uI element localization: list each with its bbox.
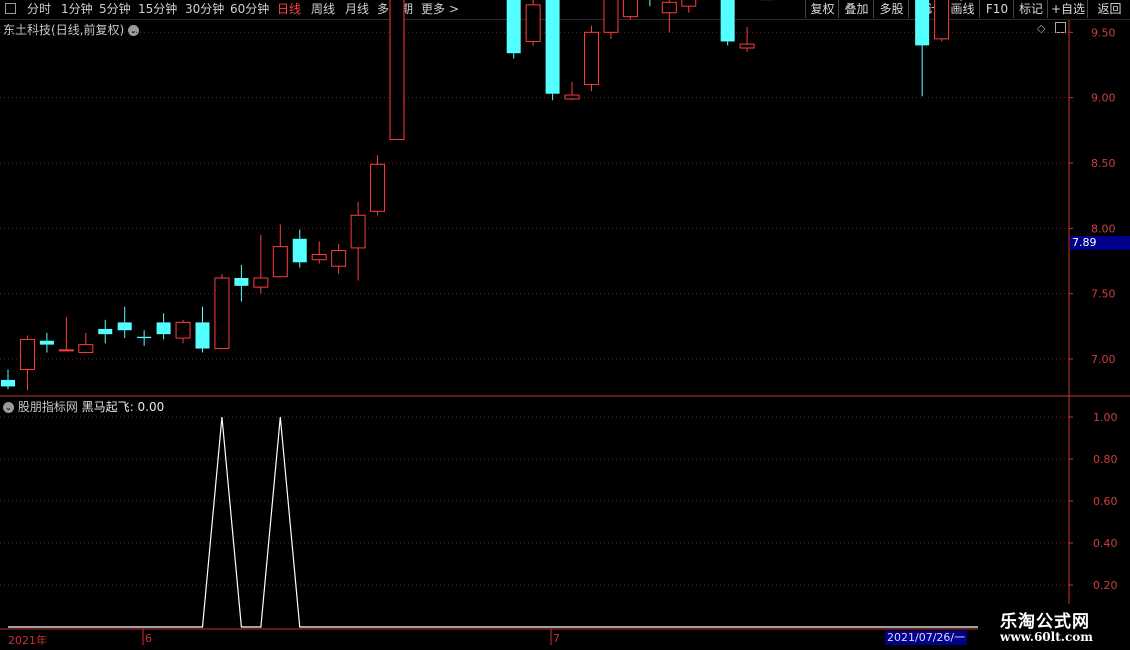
candle[interactable]: [292, 229, 307, 268]
candle-body: [389, 0, 405, 140]
candle[interactable]: [195, 306, 210, 353]
candle[interactable]: [214, 274, 230, 350]
price-tick-label: 9.50: [1091, 26, 1116, 39]
candle[interactable]: [622, 0, 638, 20]
candle-body: [98, 328, 113, 335]
candle-body: [915, 0, 930, 46]
candle-body: [39, 340, 54, 345]
chart-area[interactable]: 7.007.508.008.509.009.5010.0010.5011.001…: [0, 0, 1130, 650]
indicator-tick-label: 0.80: [1093, 453, 1118, 466]
candle[interactable]: [525, 0, 541, 46]
month-7-label: 7: [553, 632, 560, 645]
candle[interactable]: [915, 0, 930, 97]
candle-body: [584, 31, 599, 86]
cursor-date-label: 2021/07/26/一: [885, 631, 967, 645]
side-panel-edge[interactable]: [1118, 20, 1130, 395]
candle-body: [214, 277, 230, 350]
candle-body: [661, 1, 677, 14]
candle[interactable]: [331, 244, 347, 275]
candle-body: [720, 0, 735, 42]
watermark-url: www.60lt.com: [1000, 630, 1093, 644]
candle-body: [156, 322, 171, 335]
candle-body: [331, 250, 347, 267]
candle[interactable]: [58, 317, 74, 352]
candle-body: [1, 379, 15, 387]
candle[interactable]: [253, 234, 269, 294]
candle[interactable]: [156, 313, 171, 340]
candle[interactable]: [175, 319, 191, 344]
candle-body: [234, 277, 249, 286]
indicator-tick-label: 1.00: [1093, 411, 1118, 424]
candle[interactable]: [39, 332, 54, 353]
watermark-name: 乐淘公式网: [1000, 612, 1090, 632]
candle[interactable]: [272, 224, 288, 278]
candle-body: [739, 43, 755, 49]
candle-body: [525, 4, 541, 42]
candle-body: [350, 214, 366, 249]
candle-body: [117, 322, 132, 331]
candle[interactable]: [584, 25, 599, 92]
candle[interactable]: [681, 0, 697, 13]
candle[interactable]: [98, 319, 113, 344]
candle-body: [506, 0, 521, 54]
candle[interactable]: [720, 0, 735, 46]
price-tick-label: 8.00: [1091, 222, 1116, 235]
watermark-logo: 乐淘公式网 www.60lt.com: [978, 604, 1130, 650]
candle[interactable]: [19, 335, 35, 391]
price-tick-label: 7.50: [1091, 288, 1116, 301]
candle-body: [78, 344, 94, 353]
candle-body: [370, 163, 386, 212]
candle-body: [137, 336, 152, 339]
candle[interactable]: [954, 0, 968, 1]
candle-body: [19, 338, 35, 370]
candle-body: [292, 238, 307, 263]
candle-body: [934, 0, 950, 40]
candle-body: [253, 277, 269, 288]
price-tick-label: 8.50: [1091, 157, 1116, 170]
candle-body: [603, 0, 619, 33]
candle[interactable]: [934, 0, 950, 42]
month-6-label: 6: [145, 632, 152, 645]
indicator-tick-label: 0.40: [1093, 537, 1118, 550]
indicator-line: [8, 416, 1069, 628]
candle[interactable]: [1, 369, 15, 390]
candle-body: [545, 0, 560, 94]
candle[interactable]: [137, 330, 152, 346]
candle[interactable]: [603, 0, 619, 39]
candle[interactable]: [370, 155, 386, 216]
candle[interactable]: [350, 202, 366, 281]
candle[interactable]: [311, 241, 327, 264]
candle-body: [58, 349, 74, 352]
price-tick-label: 9.00: [1091, 92, 1116, 105]
candle[interactable]: [564, 81, 580, 101]
candle[interactable]: [739, 27, 755, 52]
candle-body: [175, 321, 191, 339]
candle[interactable]: [234, 264, 249, 302]
indicator-tick-label: 0.60: [1093, 495, 1118, 508]
candle[interactable]: [661, 0, 677, 33]
year-label: 2021年: [8, 634, 47, 647]
candle-body: [195, 322, 210, 349]
candle-body: [311, 253, 327, 261]
candle[interactable]: [643, 0, 657, 7]
candle[interactable]: [389, 0, 405, 140]
candle-body: [681, 0, 697, 7]
candle-body: [564, 94, 580, 100]
indicator-tick-label: 0.20: [1093, 579, 1118, 592]
price-tick-label: 7.00: [1091, 353, 1116, 366]
candle-body: [272, 246, 288, 278]
candle-body: [622, 0, 638, 18]
candle[interactable]: [78, 332, 94, 353]
candle[interactable]: [506, 0, 521, 59]
candle[interactable]: [545, 0, 560, 101]
candle[interactable]: [117, 306, 132, 339]
